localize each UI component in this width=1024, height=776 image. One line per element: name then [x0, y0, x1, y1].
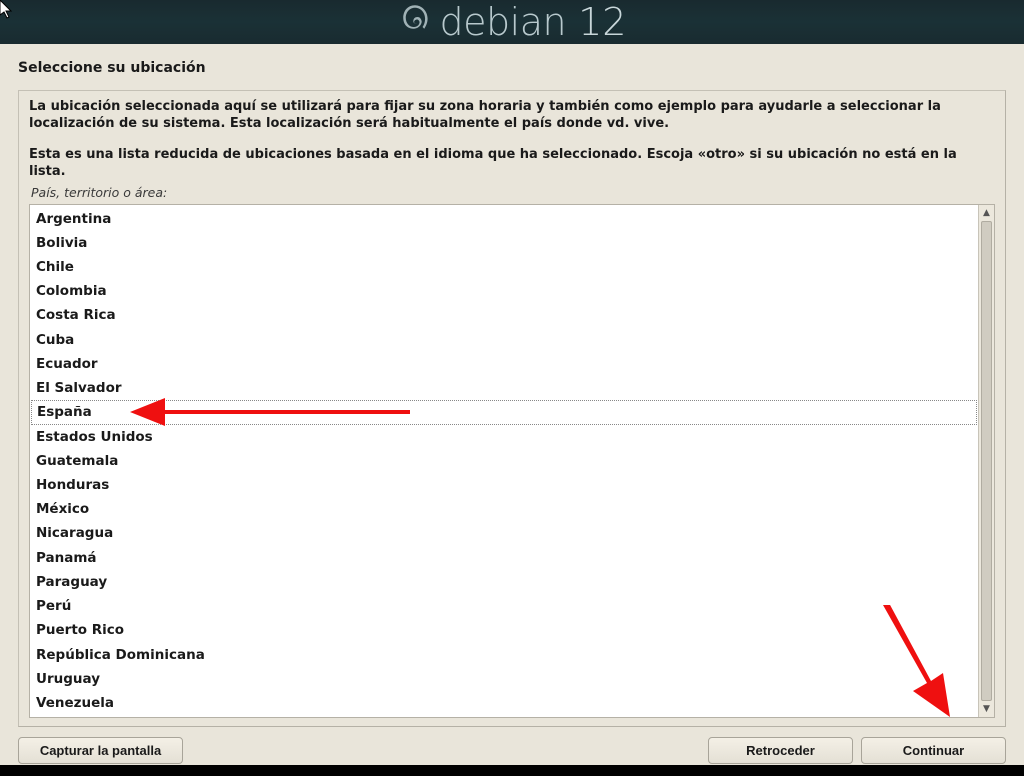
- header-banner: debian 12: [0, 0, 1024, 44]
- list-item[interactable]: Costa Rica: [30, 303, 978, 327]
- scrollbar-thumb[interactable]: [981, 221, 992, 702]
- screenshot-button[interactable]: Capturar la pantalla: [18, 737, 183, 764]
- list-item[interactable]: República Dominicana: [30, 643, 978, 667]
- country-list-container: ArgentinaBoliviaChileColombiaCosta RicaC…: [29, 204, 995, 719]
- list-item[interactable]: Ecuador: [30, 352, 978, 376]
- list-item[interactable]: Colombia: [30, 279, 978, 303]
- list-item[interactable]: Perú: [30, 594, 978, 618]
- page-title: Seleccione su ubicación: [18, 60, 1006, 76]
- right-button-group: Retroceder Continuar: [708, 737, 1006, 764]
- debian-swirl-icon: [398, 1, 432, 43]
- mouse-cursor-icon: [0, 0, 16, 20]
- list-item[interactable]: Argentina: [30, 207, 978, 231]
- list-item[interactable]: Estados Unidos: [30, 425, 978, 449]
- back-button[interactable]: Retroceder: [708, 737, 853, 764]
- list-item[interactable]: España: [31, 400, 977, 424]
- list-item[interactable]: Panamá: [30, 546, 978, 570]
- main-panel: La ubicación seleccionada aquí se utiliz…: [18, 90, 1006, 727]
- list-item[interactable]: Puerto Rico: [30, 618, 978, 642]
- button-bar: Capturar la pantalla Retroceder Continua…: [18, 727, 1006, 764]
- description-paragraph-2: Esta es una lista reducida de ubicacione…: [29, 147, 995, 181]
- installer-window: debian 12 Seleccione su ubicación La ubi…: [0, 0, 1024, 765]
- list-item[interactable]: El Salvador: [30, 376, 978, 400]
- country-field-label: País, territorio o área:: [29, 185, 995, 200]
- continue-button[interactable]: Continuar: [861, 737, 1006, 764]
- list-item[interactable]: Chile: [30, 255, 978, 279]
- left-button-group: Capturar la pantalla: [18, 737, 183, 764]
- header-version-text: 12: [578, 0, 626, 44]
- list-item[interactable]: Paraguay: [30, 570, 978, 594]
- scrollbar-down-arrow-icon[interactable]: ▼: [979, 702, 994, 716]
- list-item[interactable]: Nicaragua: [30, 521, 978, 545]
- list-item[interactable]: Venezuela: [30, 691, 978, 715]
- list-item[interactable]: Honduras: [30, 473, 978, 497]
- list-item[interactable]: Uruguay: [30, 667, 978, 691]
- list-item[interactable]: México: [30, 497, 978, 521]
- vertical-scrollbar[interactable]: ▲ ▼: [978, 205, 994, 718]
- list-item[interactable]: Guatemala: [30, 449, 978, 473]
- header-brand-text: debian: [440, 0, 567, 44]
- list-item[interactable]: Cuba: [30, 328, 978, 352]
- list-item[interactable]: Bolivia: [30, 231, 978, 255]
- description-paragraph-1: La ubicación seleccionada aquí se utiliz…: [29, 99, 995, 133]
- scrollbar-up-arrow-icon[interactable]: ▲: [979, 206, 994, 220]
- content-area: Seleccione su ubicación La ubicación sel…: [0, 44, 1024, 776]
- country-list[interactable]: ArgentinaBoliviaChileColombiaCosta RicaC…: [30, 205, 978, 718]
